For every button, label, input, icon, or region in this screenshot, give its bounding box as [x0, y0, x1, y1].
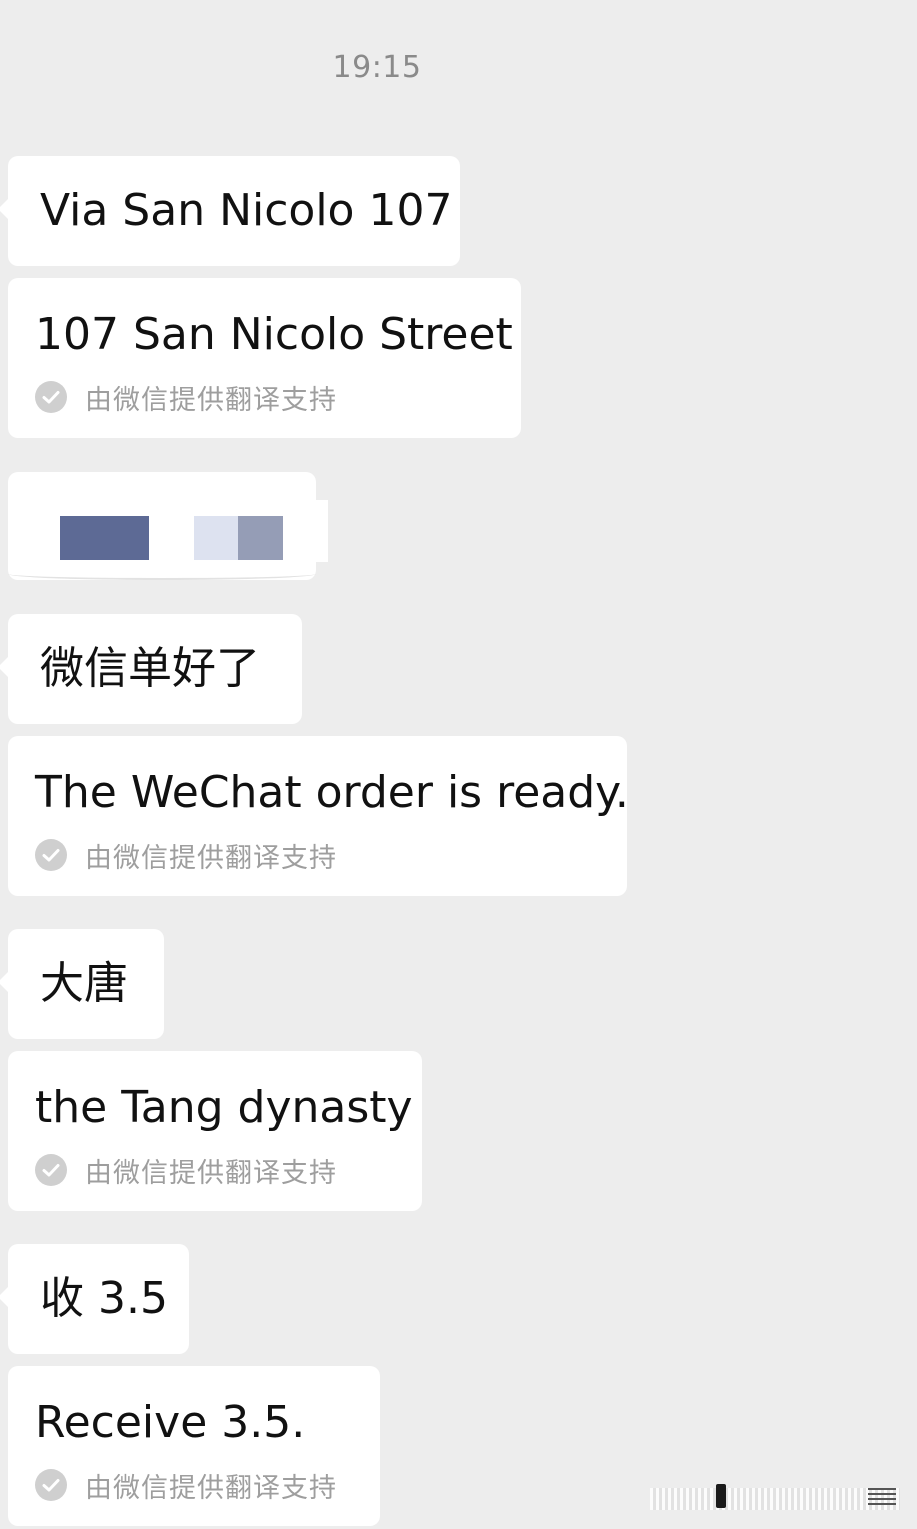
- message-bubble[interactable]: 大唐: [0, 929, 164, 1039]
- translation-text: The WeChat order is ready.: [35, 767, 629, 818]
- translation-note-label: 由微信提供翻译支持: [85, 1472, 337, 1504]
- translation-note: 由微信提供翻译支持: [35, 837, 337, 874]
- translation-note-label: 由微信提供翻译支持: [85, 1157, 337, 1189]
- check-circle-icon: [35, 381, 67, 413]
- redaction-edge: [8, 568, 316, 580]
- translation-note-label: 由微信提供翻译支持: [85, 384, 337, 416]
- translation-note: 由微信提供翻译支持: [35, 379, 337, 416]
- check-circle-icon: [35, 1469, 67, 1501]
- translation-bubble[interactable]: 107 San Nicolo Street 由微信提供翻译支持: [8, 278, 521, 438]
- translation-text: 107 San Nicolo Street: [35, 309, 513, 360]
- redacted-message[interactable]: [8, 472, 328, 584]
- message-bubble[interactable]: Via San Nicolo 107: [0, 156, 460, 266]
- translation-bubble[interactable]: Receive 3.5. 由微信提供翻译支持: [8, 1366, 380, 1526]
- check-circle-icon: [35, 1154, 67, 1186]
- bottom-overlay-strip: [650, 1488, 900, 1510]
- redaction-block: [194, 516, 238, 560]
- message-bubble[interactable]: 收 3.5: [0, 1244, 189, 1354]
- translation-bubble[interactable]: The WeChat order is ready. 由微信提供翻译支持: [8, 736, 629, 896]
- translation-note: 由微信提供翻译支持: [35, 1152, 337, 1189]
- translation-text: Receive 3.5.: [35, 1397, 306, 1448]
- message-text: 大唐: [40, 958, 128, 1009]
- translation-note-label: 由微信提供翻译支持: [85, 842, 337, 874]
- check-circle-icon: [35, 839, 67, 871]
- menu-lines-icon: [868, 1488, 896, 1508]
- message-bubble[interactable]: 微信单好了: [0, 614, 302, 724]
- message-timestamp: 19:15: [332, 50, 422, 85]
- redaction-block: [238, 516, 283, 560]
- message-text: Via San Nicolo 107: [40, 185, 453, 236]
- translation-note: 由微信提供翻译支持: [35, 1467, 337, 1504]
- redaction-block: [60, 516, 149, 560]
- translation-text: the Tang dynasty: [35, 1082, 413, 1133]
- message-text: 微信单好了: [40, 643, 260, 694]
- translation-bubble[interactable]: the Tang dynasty 由微信提供翻译支持: [8, 1051, 422, 1211]
- scroll-handle[interactable]: [716, 1484, 726, 1508]
- message-text: 收 3.5: [40, 1273, 168, 1324]
